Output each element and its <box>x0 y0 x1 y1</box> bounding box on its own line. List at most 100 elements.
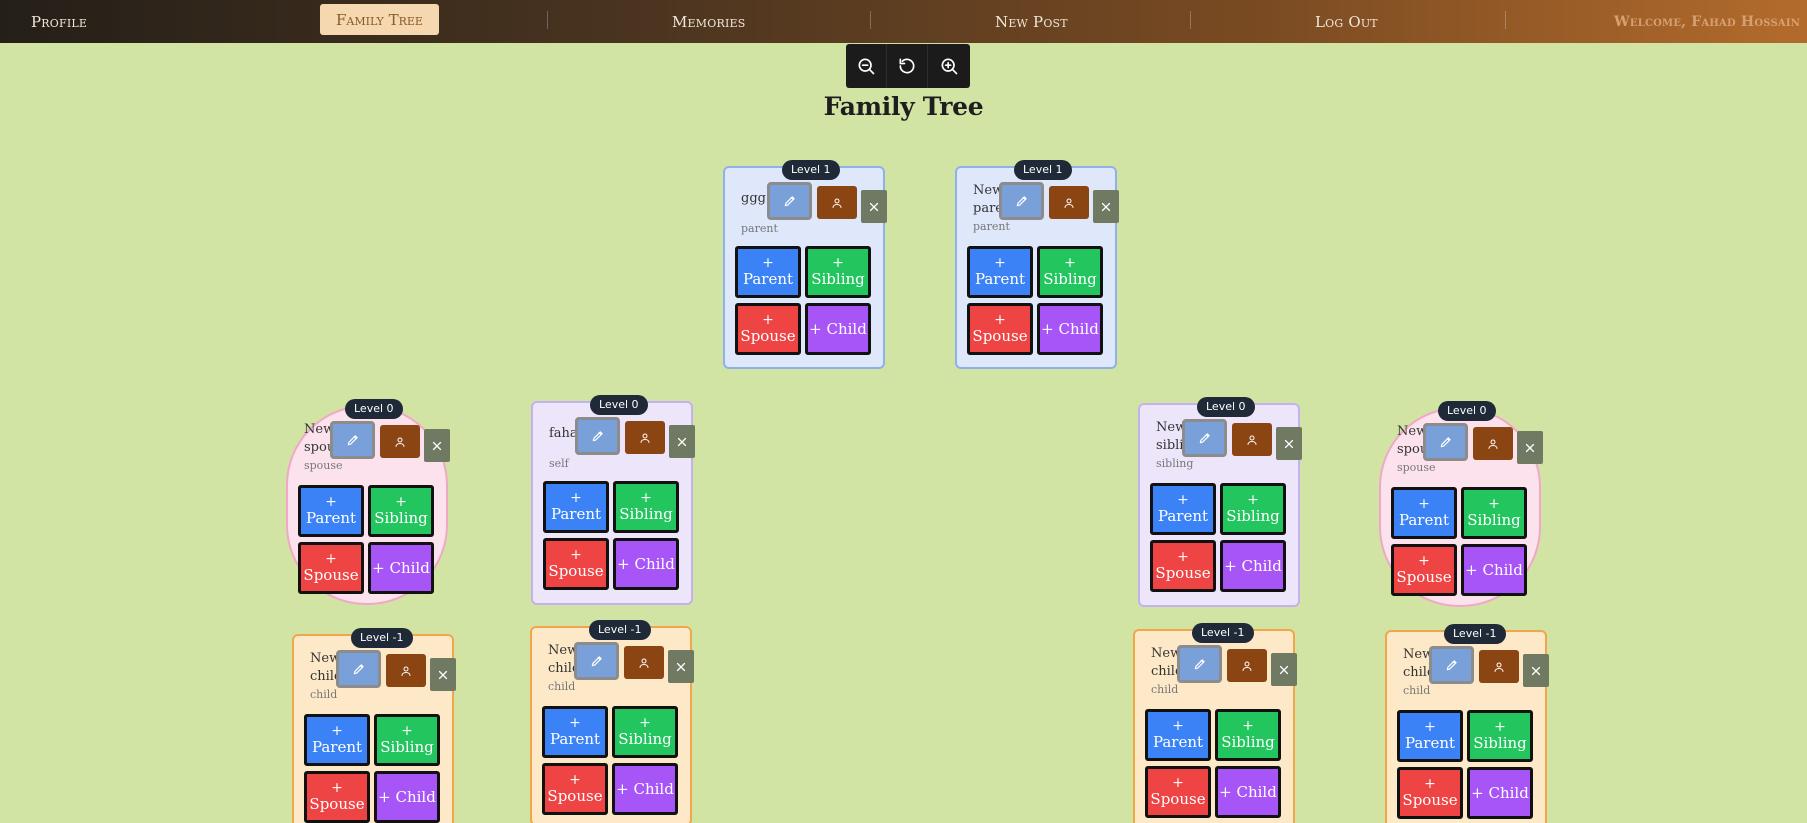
plus-label: + <box>570 490 582 506</box>
add-spouse-button[interactable]: + Spouse <box>1397 767 1463 819</box>
edit-button[interactable] <box>330 421 375 459</box>
zoom-out-button[interactable] <box>846 44 887 88</box>
button-label: Parent <box>550 505 602 523</box>
add-spouse-button[interactable]: + Spouse <box>735 303 801 355</box>
remove-button[interactable] <box>1517 431 1543 464</box>
remove-button[interactable] <box>1523 654 1549 687</box>
add-parent-button[interactable]: + Parent <box>304 714 370 766</box>
person-role: child <box>1151 683 1179 696</box>
add-parent-button[interactable]: + Parent <box>298 485 364 537</box>
plus-label: + <box>1494 719 1506 735</box>
plus-label: + <box>331 723 343 739</box>
view-profile-button[interactable] <box>625 421 665 454</box>
plus-label: + <box>1418 496 1430 512</box>
view-profile-button[interactable] <box>624 646 664 679</box>
add-parent-button[interactable]: + Parent <box>543 481 609 533</box>
button-label: Spouse <box>1396 568 1452 586</box>
remove-button[interactable] <box>1271 653 1297 686</box>
add-child-button[interactable]: + Child <box>1461 544 1527 596</box>
edit-button[interactable] <box>1182 419 1227 457</box>
nav-memories[interactable]: Memories <box>672 0 745 43</box>
add-sibling-button[interactable]: + Sibling <box>1220 483 1286 535</box>
remove-button[interactable] <box>1276 427 1302 460</box>
view-profile-button[interactable] <box>386 654 426 687</box>
add-spouse-button[interactable]: + Spouse <box>304 771 370 823</box>
plus-label: + <box>832 255 844 271</box>
edit-button[interactable] <box>336 650 381 688</box>
add-spouse-button[interactable]: + Spouse <box>543 538 609 590</box>
add-spouse-button[interactable]: + Spouse <box>298 542 364 594</box>
add-sibling-button[interactable]: + Sibling <box>805 246 871 298</box>
remove-button[interactable] <box>668 650 694 683</box>
plus-label: + <box>325 551 337 567</box>
add-parent-button[interactable]: + Parent <box>967 246 1033 298</box>
zoom-reset-button[interactable] <box>887 44 928 88</box>
add-sibling-button[interactable]: + Sibling <box>613 481 679 533</box>
view-profile-button[interactable] <box>1479 650 1519 683</box>
add-parent-button[interactable]: + Parent <box>1150 483 1216 535</box>
add-sibling-button[interactable]: + Sibling <box>1461 487 1527 539</box>
nav-divider <box>547 11 548 29</box>
add-parent-button[interactable]: + Parent <box>1145 709 1211 761</box>
add-sibling-button[interactable]: + Sibling <box>612 706 678 758</box>
nav-profile[interactable]: Profile <box>31 0 87 43</box>
add-parent-button[interactable]: + Parent <box>735 246 801 298</box>
remove-button[interactable] <box>669 425 695 458</box>
edit-button[interactable] <box>1429 646 1474 684</box>
add-spouse-button[interactable]: + Spouse <box>542 763 608 815</box>
add-spouse-button[interactable]: + Spouse <box>1391 544 1457 596</box>
remove-button[interactable] <box>424 429 450 462</box>
add-child-button[interactable]: + Child <box>1037 303 1103 355</box>
add-child-button[interactable]: + Child <box>805 303 871 355</box>
view-profile-button[interactable] <box>817 186 857 219</box>
edit-button[interactable] <box>767 182 812 220</box>
add-sibling-button[interactable]: + Sibling <box>374 714 440 766</box>
button-label: + Child <box>378 788 436 806</box>
level-badge: Level -1 <box>351 628 413 648</box>
top-navbar: Profile Family Tree Memories New Post Lo… <box>0 0 1807 43</box>
person-icon <box>1488 439 1498 449</box>
edit-button[interactable] <box>1177 645 1222 683</box>
add-parent-button[interactable]: + Parent <box>1397 710 1463 762</box>
add-child-button[interactable]: + Child <box>1467 767 1533 819</box>
remove-button[interactable] <box>1093 190 1119 223</box>
add-parent-button[interactable]: + Parent <box>542 706 608 758</box>
remove-button[interactable] <box>430 658 456 691</box>
nav-family-tree[interactable]: Family Tree <box>320 4 439 35</box>
add-child-button[interactable]: + Child <box>1220 540 1286 592</box>
view-profile-button[interactable] <box>1232 423 1272 456</box>
plus-label: + <box>395 494 407 510</box>
add-sibling-button[interactable]: + Sibling <box>1037 246 1103 298</box>
add-sibling-button[interactable]: + Sibling <box>1215 709 1281 761</box>
remove-button[interactable] <box>861 190 887 223</box>
add-sibling-button[interactable]: + Sibling <box>368 485 434 537</box>
add-child-button[interactable]: + Child <box>374 771 440 823</box>
level-badge: Level -1 <box>1444 624 1506 644</box>
view-profile-button[interactable] <box>1473 427 1513 460</box>
add-child-button[interactable]: + Child <box>612 763 678 815</box>
nav-new-post[interactable]: New Post <box>995 0 1068 43</box>
add-spouse-button[interactable]: + Spouse <box>1150 540 1216 592</box>
level-badge: Level -1 <box>589 620 651 640</box>
edit-button[interactable] <box>1423 423 1468 461</box>
zoom-out-icon <box>858 58 875 75</box>
add-parent-button[interactable]: + Parent <box>1391 487 1457 539</box>
view-profile-button[interactable] <box>1227 649 1267 682</box>
plus-label: + <box>1424 719 1436 735</box>
add-child-button[interactable]: + Child <box>368 542 434 594</box>
person-icon <box>401 666 411 676</box>
add-child-button[interactable]: + Child <box>613 538 679 590</box>
zoom-in-button[interactable] <box>928 44 969 88</box>
nav-logout[interactable]: Log Out <box>1315 0 1378 43</box>
add-child-button[interactable]: + Child <box>1215 766 1281 818</box>
plus-label: + <box>325 494 337 510</box>
pencil-icon <box>347 435 358 446</box>
add-spouse-button[interactable]: + Spouse <box>1145 766 1211 818</box>
edit-button[interactable] <box>575 417 620 455</box>
view-profile-button[interactable] <box>380 425 420 458</box>
add-spouse-button[interactable]: + Spouse <box>967 303 1033 355</box>
add-sibling-button[interactable]: + Sibling <box>1467 710 1533 762</box>
edit-button[interactable] <box>574 642 619 680</box>
view-profile-button[interactable] <box>1049 186 1089 219</box>
edit-button[interactable] <box>999 182 1044 220</box>
